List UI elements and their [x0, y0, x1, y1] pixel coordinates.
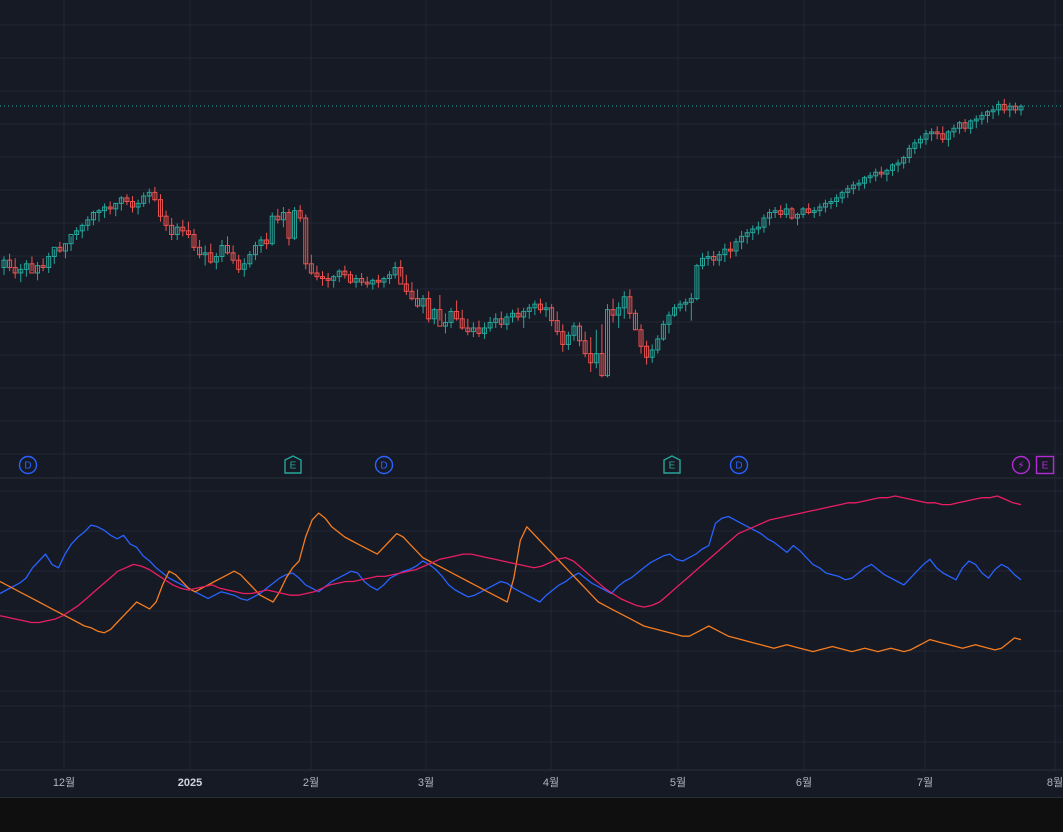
chart-background [0, 0, 1063, 797]
marker-label: E [290, 461, 297, 472]
x-tick-label: 4월 [543, 776, 559, 789]
x-tick-label: 2025 [178, 777, 202, 789]
x-tick-label: 2월 [303, 776, 319, 789]
chart-area[interactable]: D E D E D ⚡ E 12월 2025 2월 3월 4월 5월 6월 7월 8월 [0, 0, 1063, 832]
bottom-toolbar [0, 797, 1063, 832]
marker-label: ⚡ [1017, 461, 1024, 472]
marker-label: D [735, 461, 742, 472]
marker-label: D [24, 461, 31, 472]
price-chart-svg[interactable]: D E D E D ⚡ E 12월 2025 2월 3월 4월 5월 6월 7월 8월 [0, 0, 1063, 797]
x-tick-label: 8월 [1047, 776, 1063, 789]
x-tick-label: 12월 [53, 776, 75, 789]
x-tick-label: 5월 [670, 776, 686, 789]
marker-label: E [669, 461, 676, 472]
marker-label: E [1042, 461, 1049, 472]
x-tick-label: 6월 [796, 776, 812, 789]
marker-label: D [380, 461, 387, 472]
x-tick-label: 7월 [917, 776, 933, 789]
x-tick-label: 3월 [418, 776, 434, 789]
